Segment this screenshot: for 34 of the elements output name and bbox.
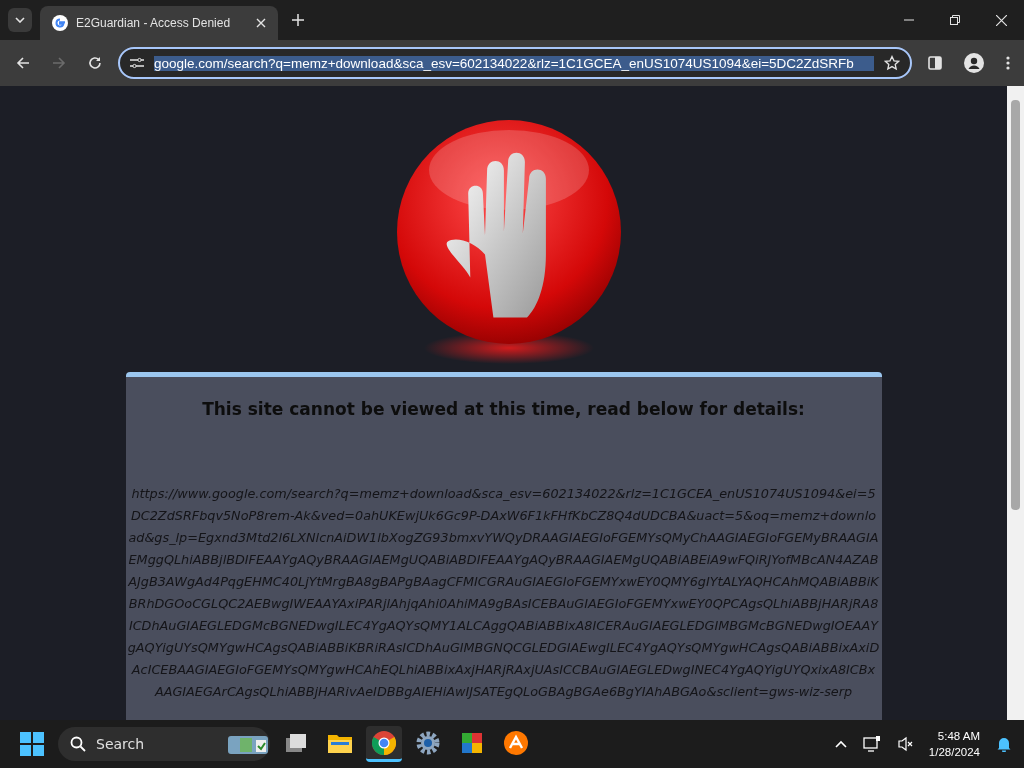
network-icon[interactable] (862, 736, 881, 752)
gear-icon (416, 730, 440, 755)
taskbar-search-field[interactable]: Search (58, 727, 270, 761)
blocked-url-text: https://www.google.com/search?q=memz+download&sca_esv=602134022&rlz=1C1GCEA_enUS1074US1094&ei=5DC2ZdSRFbqv5NoP8rem-Ak&ved=0ahUKEwjUk6Gc9P-DAxW6F1kFHfKbCZ8Q4dUDCBA&uact=5&oq=memz+download&gs_lp=Egxnd3Mtd2l6LXNlcnAiDW1lbXogZG93bmxvYWQyDRAAGIAEGIoFGEMYsQMyChAAGIAEGIoFGEMyBRAAGIAEMggQLhiABBjlBDIFEAAYgAQyBRAAGIAEMgUQABiABDIFEAAYgAQyBRAAGIAEMgUQABiABEiA9wFQiRJYofMBcAN4AZABAJgB3AWgAd4PqgEHMC40LjYtMrgBA8gBAPgBAagCFMICGRAuGIAEGIoFGEMYxwEY0QMY6gIYtALYAQHCAhMQABiABBiKBRhDGOoCGLQC2AEBwgIWEAAYAxiPARjlAhjqAhi0AhiMA9gBAsICEBAuGIAEGIoFGEMYxwEY0QPCAgsQLhiABBjHARjRA8ICDhAuGIAEGLEDGMcBGNEDwgILEC4YgAQYsQMY1ALCAggQABiABBixA8ICERAuGIAEGLEDGIMBGMcBGNEDwgIOEAAYgAQYigUYsQMYgwHCAgsQABiABBiKBRiRAsICDhAuGIMBGNQCGLEDGIAEwgILEC4YgAQYsQMYgwHCAgsQABiABBixAxiDAcICEBAAGIAEGIoFGEMYsQMYgwHCAhEQLhiABBixAxjHARjRAxjUAsICCBAuGIAEGLEDwgINEC4YgAQYigUYQxixA8ICBxAAGIAEGArCAgsQLhiABBjHARivAeIDBBgAIEHiAwIJSATEgQLoGBAgBGAe6BgYIAhABGAo&sclient=gws-wiz-serp (127, 485, 880, 701)
menu-icon[interactable] (1006, 56, 1010, 70)
site-settings-icon (130, 57, 144, 69)
tab-search-button[interactable] (8, 8, 32, 32)
chevron-down-icon (15, 17, 25, 23)
chevron-up-icon[interactable] (834, 740, 847, 748)
taskbar-app[interactable] (366, 726, 402, 762)
browser-tab[interactable]: E2Guardian - Access Denied (40, 6, 278, 40)
taskbar-clock[interactable]: 5:48 AM 1/28/2024 (928, 728, 980, 760)
google-logo-icon (52, 15, 68, 31)
close-icon[interactable] (996, 14, 1007, 26)
chrome-icon (372, 730, 396, 755)
search-icon (70, 736, 86, 752)
denied-heading: This site cannot be viewed at this time, read below for details: (201, 399, 806, 419)
folder-icon (328, 732, 352, 753)
tab-title: E2Guardian - Access Denied (76, 16, 232, 30)
star-icon[interactable] (884, 55, 900, 71)
scrollbar[interactable] (1007, 86, 1024, 720)
side-panel-icon[interactable] (928, 56, 942, 70)
new-tab-icon[interactable] (292, 14, 304, 26)
close-icon[interactable] (256, 18, 266, 28)
reload-icon[interactable] (88, 56, 102, 70)
address-bar[interactable]: google.com/search?q=memz+download&sca_esv=602134022&rlz=1C1GCEA_enUS1074US1094&ei=5DC2ZdSRFb (118, 47, 912, 79)
speaker-muted-icon[interactable] (896, 736, 913, 752)
restore-icon[interactable] (950, 15, 960, 25)
url-text: google.com/search?q=memz+download&sca_esv=602134022&rlz=1C1GCEA_enUS1074US1094&ei=5DC2ZdSRFb (154, 55, 874, 71)
bell-icon[interactable] (996, 736, 1012, 752)
store-icon (460, 730, 484, 755)
windows-start-icon[interactable] (20, 732, 44, 756)
profile-icon[interactable] (964, 53, 984, 73)
back-arrow-icon[interactable] (16, 56, 30, 70)
